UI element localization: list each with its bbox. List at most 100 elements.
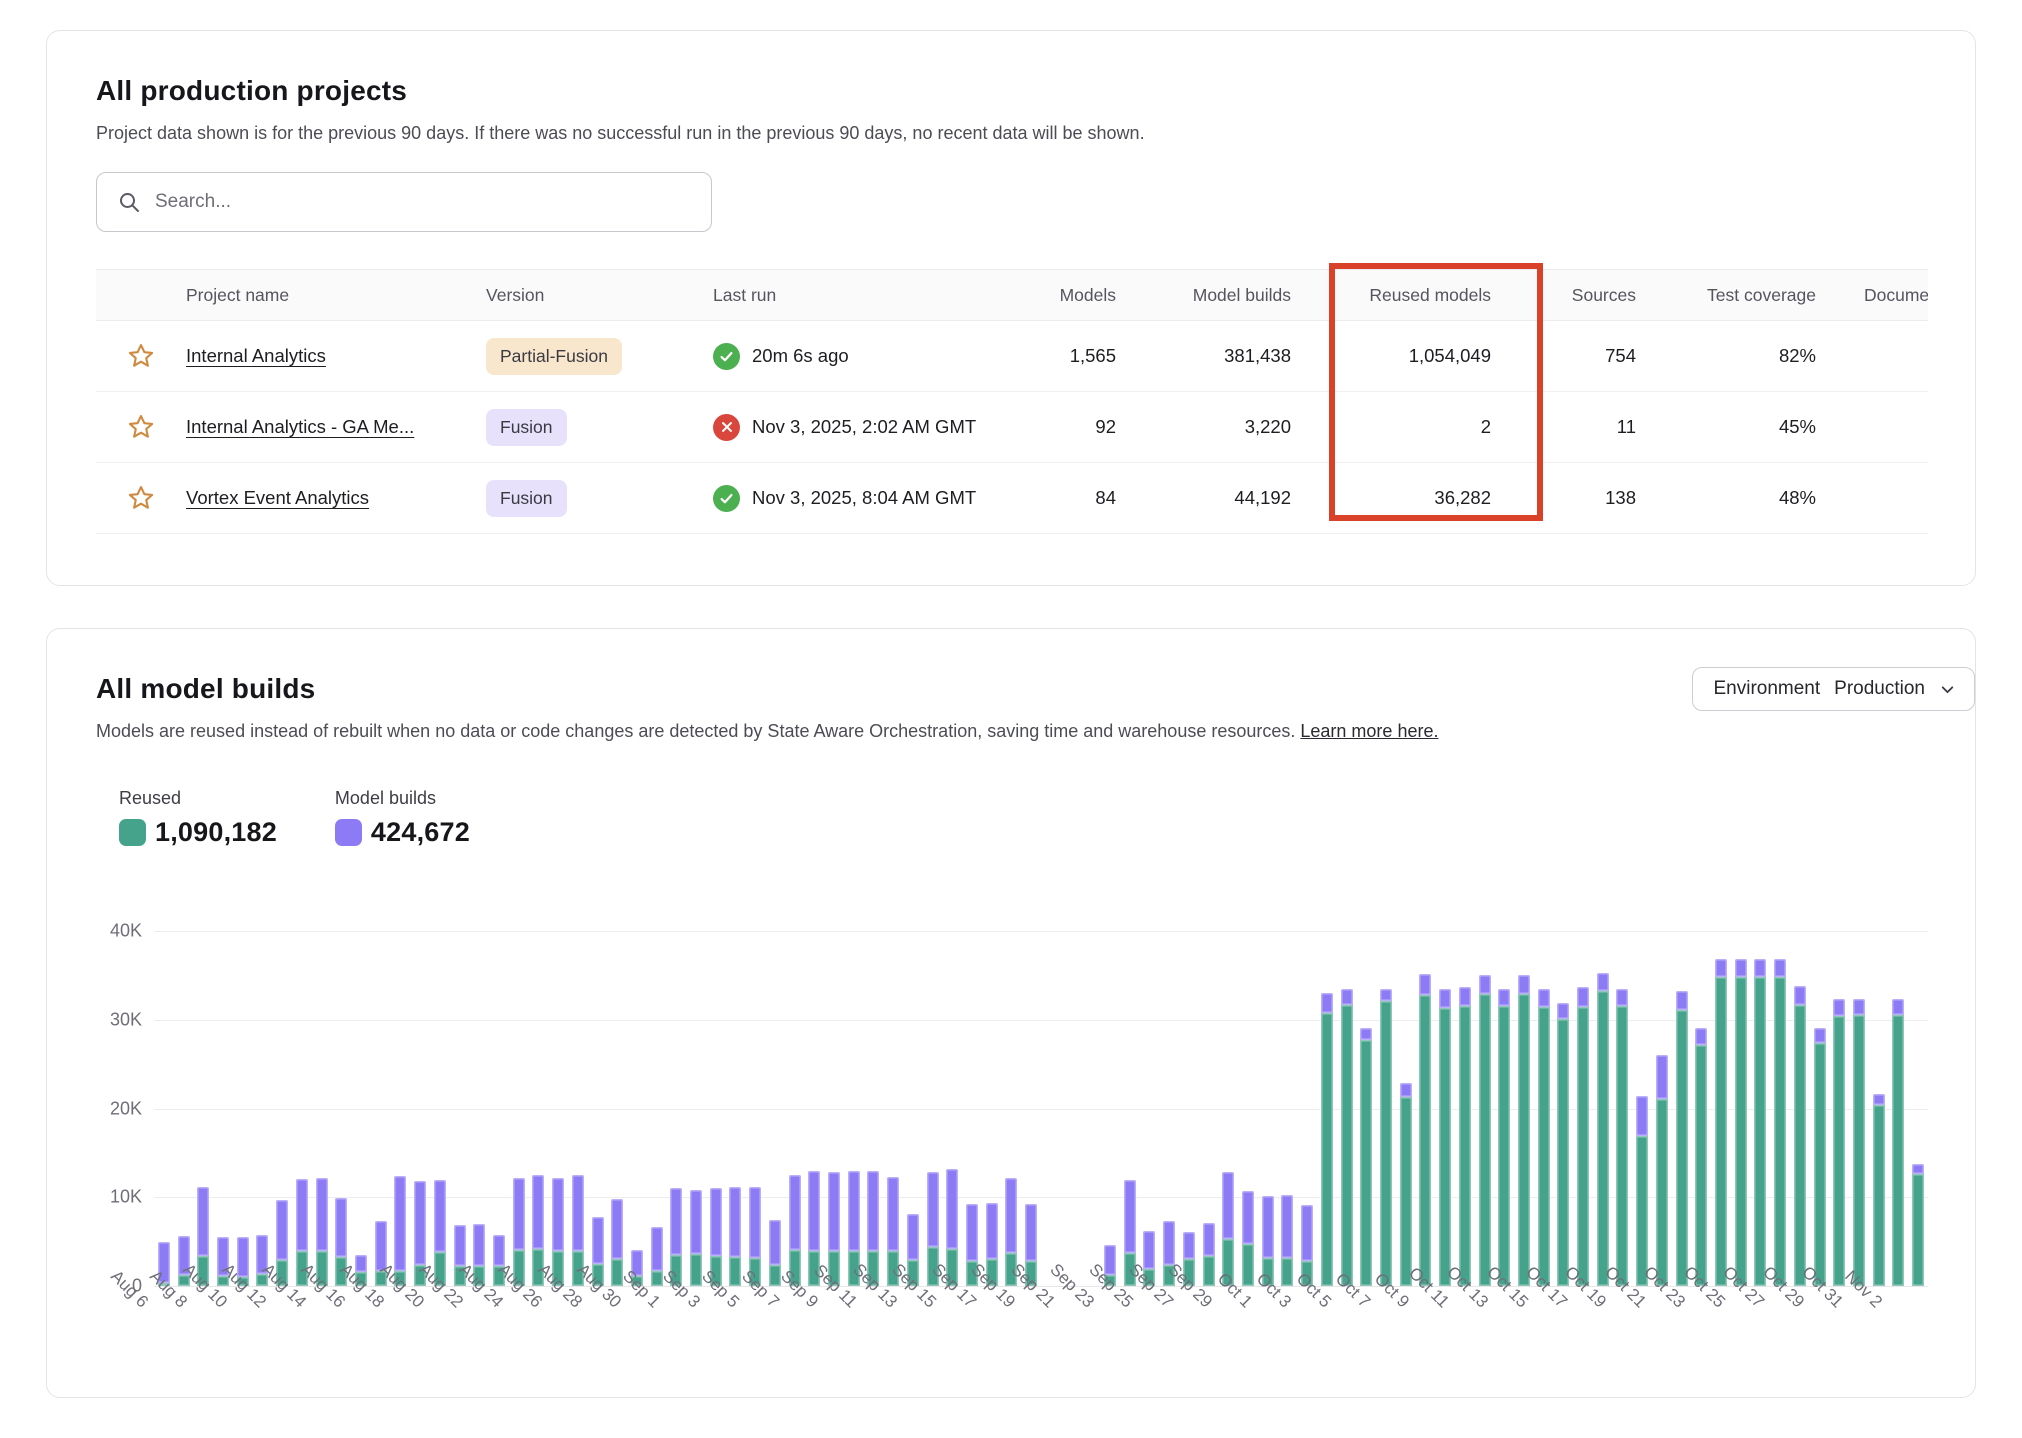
stacked-bar xyxy=(1222,1172,1234,1286)
projects-table-body: Internal AnalyticsPartial-Fusion20m 6s a… xyxy=(96,321,1928,534)
model-builds-segment xyxy=(1814,1028,1826,1043)
stacked-bar xyxy=(1419,974,1431,1286)
reused-segment xyxy=(1853,1015,1865,1286)
version-badge: Fusion xyxy=(486,409,567,446)
column-header-models: Models xyxy=(1003,285,1116,306)
model-builds-segment xyxy=(789,1175,801,1250)
star-icon xyxy=(127,413,155,441)
model-builds-segment xyxy=(867,1171,879,1251)
model-builds-segment xyxy=(1459,987,1471,1007)
stacked-bar xyxy=(1754,959,1766,1286)
project-name-link[interactable]: Internal Analytics xyxy=(186,345,326,366)
model-builds-segment xyxy=(670,1188,682,1255)
projects-card-title: All production projects xyxy=(96,75,1926,107)
stacked-bar xyxy=(1439,989,1451,1286)
model-builds-segment xyxy=(729,1187,741,1257)
model-builds-segment xyxy=(276,1200,288,1260)
stacked-bar xyxy=(1814,1028,1826,1286)
model-builds-segment xyxy=(1242,1191,1254,1244)
model-builds-segment xyxy=(1400,1083,1412,1097)
model-builds-segment xyxy=(808,1171,820,1251)
builds-card-subtitle-text: Models are reused instead of rebuilt whe… xyxy=(96,721,1295,741)
environment-dropdown[interactable]: Environment Production xyxy=(1692,667,1975,711)
stacked-bar xyxy=(1242,1191,1254,1286)
model-builds-count: 381,438 xyxy=(1116,345,1291,367)
model-builds-segment xyxy=(651,1227,663,1271)
stacked-bar xyxy=(1774,959,1786,1286)
reused-segment xyxy=(1676,1010,1688,1286)
stacked-bar xyxy=(611,1199,623,1286)
model-builds-segment xyxy=(848,1171,860,1251)
model-builds-segment xyxy=(1143,1231,1155,1269)
model-builds-segment xyxy=(335,1198,347,1257)
models-count: 92 xyxy=(1003,416,1116,438)
table-row: Vortex Event AnalyticsFusionNov 3, 2025,… xyxy=(96,463,1928,534)
stacked-bar xyxy=(1577,987,1589,1286)
column-header-documentation: Documentation xyxy=(1816,285,1928,306)
column-header-reused_models: Reused models xyxy=(1291,285,1491,306)
environment-label: Environment xyxy=(1713,678,1820,700)
model-builds-segment xyxy=(473,1224,485,1266)
model-builds-segment xyxy=(1616,989,1628,1007)
model-builds-segment xyxy=(1735,959,1747,978)
stacked-bar xyxy=(1518,975,1530,1287)
model-builds-segment xyxy=(927,1172,939,1247)
stacked-bar xyxy=(1873,1094,1885,1286)
stacked-bar xyxy=(1715,959,1727,1286)
model-builds-segment xyxy=(1636,1096,1648,1136)
model-builds-chart: 010K20K30K40K Aug 6Aug 8Aug 10Aug 12Aug … xyxy=(96,931,1928,1396)
stacked-bar xyxy=(1557,1003,1569,1286)
star-icon xyxy=(127,484,155,512)
projects-table-header: Project nameVersionLast runModelsModel b… xyxy=(96,269,1928,321)
legend-value: 1,090,182 xyxy=(155,817,277,848)
reused-segment xyxy=(1774,977,1786,1286)
model-builds-segment xyxy=(690,1190,702,1254)
stacked-bar xyxy=(1636,1096,1648,1286)
legend-item: Model builds424,672 xyxy=(335,788,470,848)
search-input[interactable] xyxy=(155,191,691,213)
favorite-star-button[interactable] xyxy=(127,484,155,512)
favorite-star-button[interactable] xyxy=(127,413,155,441)
model-builds-segment xyxy=(1774,959,1786,977)
stacked-bar xyxy=(1616,989,1628,1286)
stacked-bar xyxy=(1794,986,1806,1286)
stacked-bar xyxy=(1380,989,1392,1286)
stacked-bar xyxy=(1479,975,1491,1287)
model-builds-segment xyxy=(1124,1180,1136,1253)
last-run-text: Nov 3, 2025, 2:02 AM GMT xyxy=(752,416,976,438)
stacked-bar xyxy=(1656,1055,1668,1286)
reused-segment xyxy=(1754,977,1766,1286)
stacked-bar xyxy=(1597,973,1609,1286)
model-builds-segment xyxy=(1498,989,1510,1007)
model-builds-segment xyxy=(1005,1178,1017,1253)
model-builds-segment xyxy=(986,1203,998,1258)
projects-table: Project nameVersionLast runModelsModel b… xyxy=(96,269,1928,534)
stacked-bar xyxy=(1538,989,1550,1286)
model-builds-segment xyxy=(1419,974,1431,995)
model-builds-segment xyxy=(1853,999,1865,1015)
stacked-bar xyxy=(1459,987,1471,1286)
stacked-bar xyxy=(1676,991,1688,1286)
stacked-bar xyxy=(1695,1028,1707,1286)
model-builds-segment xyxy=(316,1178,328,1251)
model-builds-segment xyxy=(1892,999,1904,1015)
model-builds-segment xyxy=(1479,975,1491,995)
project-name-link[interactable]: Internal Analytics - GA Me... xyxy=(186,416,414,437)
reused-segment xyxy=(1597,991,1609,1286)
favorite-star-button[interactable] xyxy=(127,342,155,370)
learn-more-link[interactable]: Learn more here. xyxy=(1300,721,1438,741)
project-name-link[interactable]: Vortex Event Analytics xyxy=(186,487,369,508)
test-coverage-value: 45% xyxy=(1636,416,1816,438)
search-icon xyxy=(117,190,141,214)
model-builds-count: 44,192 xyxy=(1116,487,1291,509)
model-builds-segment xyxy=(1715,959,1727,977)
production-projects-card: All production projects Project data sho… xyxy=(46,30,1976,586)
project-search-box[interactable] xyxy=(96,172,712,232)
star-icon xyxy=(127,342,155,370)
column-header-sources: Sources xyxy=(1491,285,1636,306)
stacked-bar xyxy=(1203,1223,1215,1286)
model-builds-segment xyxy=(1439,989,1451,1009)
model-builds-segment xyxy=(1301,1205,1313,1261)
run-error-icon xyxy=(713,414,740,441)
reused-segment xyxy=(1656,1099,1668,1286)
